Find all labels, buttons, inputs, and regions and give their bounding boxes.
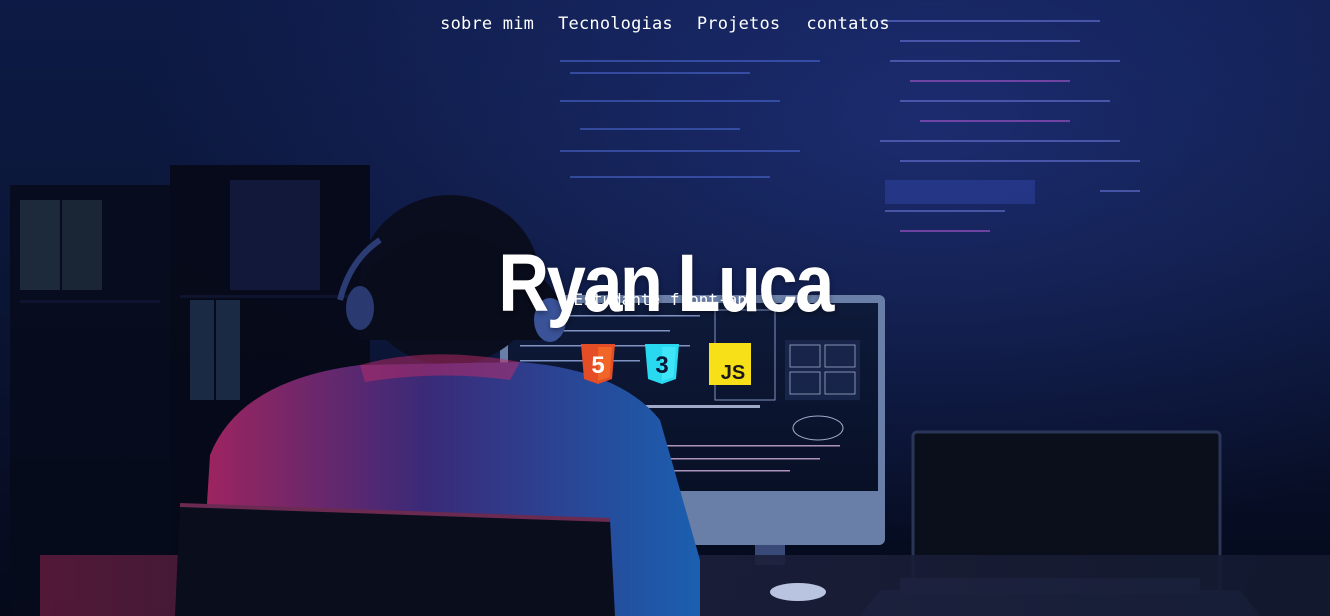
hero-name: Ryan Luca <box>498 237 834 329</box>
svg-text:5: 5 <box>591 352 604 379</box>
css3-icon: 3 <box>645 344 679 384</box>
main-nav: sobre mim Tecnologias Projetos contatos <box>0 14 1330 34</box>
html5-icon: 5 <box>581 344 615 384</box>
svg-text:3: 3 <box>655 352 668 379</box>
nav-link-projetos[interactable]: Projetos <box>697 14 780 34</box>
hero-section: sobre mim Tecnologias Projetos contatos … <box>0 0 1330 616</box>
nav-link-contatos[interactable]: contatos <box>806 14 889 34</box>
svg-text:JS: JS <box>721 362 745 384</box>
javascript-icon: JS <box>709 343 751 385</box>
nav-link-sobre-mim[interactable]: sobre mim <box>440 14 534 34</box>
hero-role: Estudante front-and <box>573 290 757 309</box>
nav-link-tecnologias[interactable]: Tecnologias <box>558 14 673 34</box>
technology-icons: 5 3 JS <box>0 342 1330 386</box>
